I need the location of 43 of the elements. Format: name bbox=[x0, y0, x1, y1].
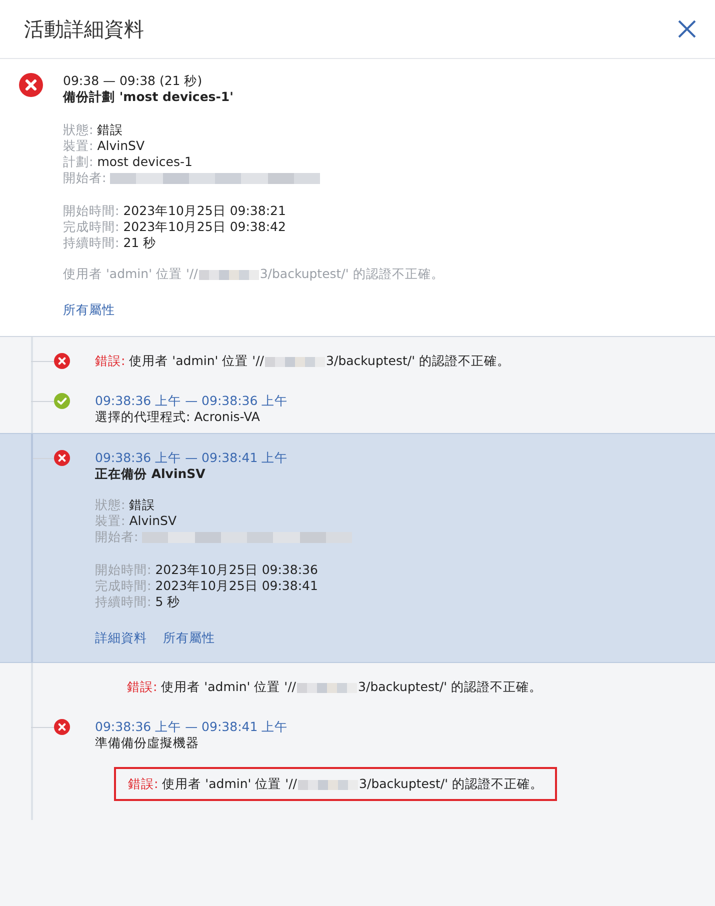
field-value: 2023年10月25日 09:38:36 bbox=[155, 562, 318, 578]
field-value: 錯誤 bbox=[97, 122, 124, 138]
field-value: 錯誤 bbox=[129, 497, 156, 513]
field-label: 狀態: bbox=[95, 497, 126, 513]
field-label: 完成時間: bbox=[63, 219, 120, 235]
field-label: 開始時間: bbox=[95, 562, 152, 578]
field-label: 開始者: bbox=[95, 529, 138, 545]
field-label: 裝置: bbox=[63, 138, 94, 154]
time-range: 09:38 — 09:38 (21 秒) bbox=[63, 73, 204, 89]
field-label: 計劃: bbox=[63, 154, 94, 170]
error-message: 錯誤: 使用者 'admin' 位置 '// 3/backuptest/' 的認證不正確。 bbox=[114, 767, 557, 801]
dialog-title: 活動詳細資料 bbox=[24, 21, 144, 37]
step-title: 選擇的代理程式: Acronis-VA bbox=[95, 409, 261, 425]
field-value: 2023年10月25日 09:38:41 bbox=[155, 578, 318, 594]
details-link[interactable]: 所有屬性 bbox=[163, 630, 215, 646]
message-text: 使用者 'admin' 位置 '// 3/backuptest/' 的認證不正確。 bbox=[63, 266, 444, 281]
step-title: 準備備份虛擬機器 bbox=[95, 735, 200, 751]
selected-row[interactable]: 09:38:36 上午 — 09:38:41 上午 正在備份 AlvinSV 狀態: 錯誤 裝置: AlvinSV 開始者: 開始時間: 2023年10月25日 09:38:36 完成時間: 2023年10月25日 09:38:41 持續時間: 5 秒 詳細資料 所有屬性 bbox=[0, 433, 715, 663]
field-label: 持續時間: bbox=[95, 594, 152, 610]
time-range: 09:38:36 上午 — 09:38:41 上午 bbox=[95, 450, 289, 466]
step-row[interactable]: 09:38:36 上午 — 09:38:41 上午 準備備份虛擬機器 bbox=[0, 711, 715, 759]
field-label: 開始時間: bbox=[63, 203, 120, 219]
field-value: 21 秒 bbox=[123, 235, 156, 251]
plan-title: 備份計劃 'most devices-1' bbox=[63, 89, 234, 105]
error-message: 錯誤: 使用者 'admin' 位置 '// 3/backuptest/' 的認證不正確。 bbox=[127, 679, 542, 695]
field-label: 完成時間: bbox=[95, 578, 152, 594]
time-range: 09:38:36 上午 — 09:38:41 上午 bbox=[95, 719, 288, 735]
field-value: 5 秒 bbox=[155, 594, 180, 610]
step-row[interactable]: 09:38:36 上午 — 09:38:36 上午 選擇的代理程式: Acronis-VA bbox=[0, 385, 715, 433]
field-label: 持續時間: bbox=[63, 235, 120, 251]
error-message: 錯誤: 使用者 'admin' 位置 '// 3/backuptest/' 的認證不正確。 bbox=[95, 353, 510, 369]
time-range: 09:38:36 上午 — 09:38:36 上午 bbox=[95, 393, 288, 409]
details-link[interactable]: 詳細資料 bbox=[95, 630, 147, 646]
field-value: 2023年10月25日 09:38:42 bbox=[123, 219, 286, 235]
field-label: 開始者: bbox=[63, 170, 106, 186]
details-link[interactable]: 所有屬性 bbox=[63, 302, 115, 318]
field-value: most devices-1 bbox=[97, 154, 192, 170]
field-label: 狀態: bbox=[63, 122, 94, 138]
field-value: AlvinSV bbox=[97, 138, 145, 154]
field-label: 裝置: bbox=[95, 513, 126, 529]
field-value: 2023年10月25日 09:38:21 bbox=[123, 203, 286, 219]
field-value: AlvinSV bbox=[129, 513, 177, 529]
step-title: 正在備份 AlvinSV bbox=[95, 466, 206, 482]
